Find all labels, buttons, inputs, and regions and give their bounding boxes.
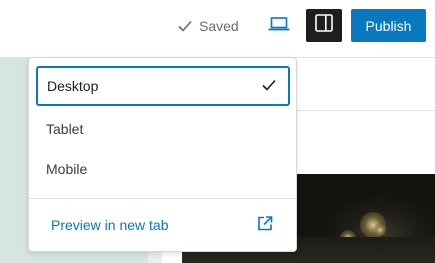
publish-button[interactable]: Publish [351,9,426,42]
menu-item-tablet[interactable]: Tablet [36,109,290,149]
sidebar-panel-icon [315,14,333,37]
preview-in-new-tab-link[interactable]: Preview in new tab [36,206,290,244]
saved-label: Saved [199,18,239,34]
device-preview-button[interactable] [263,11,295,41]
device-preview-menu: Desktop Tablet Mobile Preview in new tab [28,57,297,252]
menu-item-label: Desktop [47,78,99,94]
settings-toggle-button[interactable] [306,9,342,42]
preview-label: Preview in new tab [51,217,169,233]
menu-item-desktop[interactable]: Desktop [36,66,290,106]
menu-item-label: Tablet [46,121,84,137]
laptop-icon [268,16,290,36]
check-icon [262,78,276,94]
check-icon [178,20,192,32]
menu-divider [29,198,296,199]
saved-status: Saved [178,15,239,37]
external-link-icon [257,216,273,235]
menu-item-mobile[interactable]: Mobile [36,149,290,189]
editor-page: Saved Publish Desktop Tablet Mobile Prev… [0,0,435,263]
menu-item-label: Mobile [46,161,88,177]
